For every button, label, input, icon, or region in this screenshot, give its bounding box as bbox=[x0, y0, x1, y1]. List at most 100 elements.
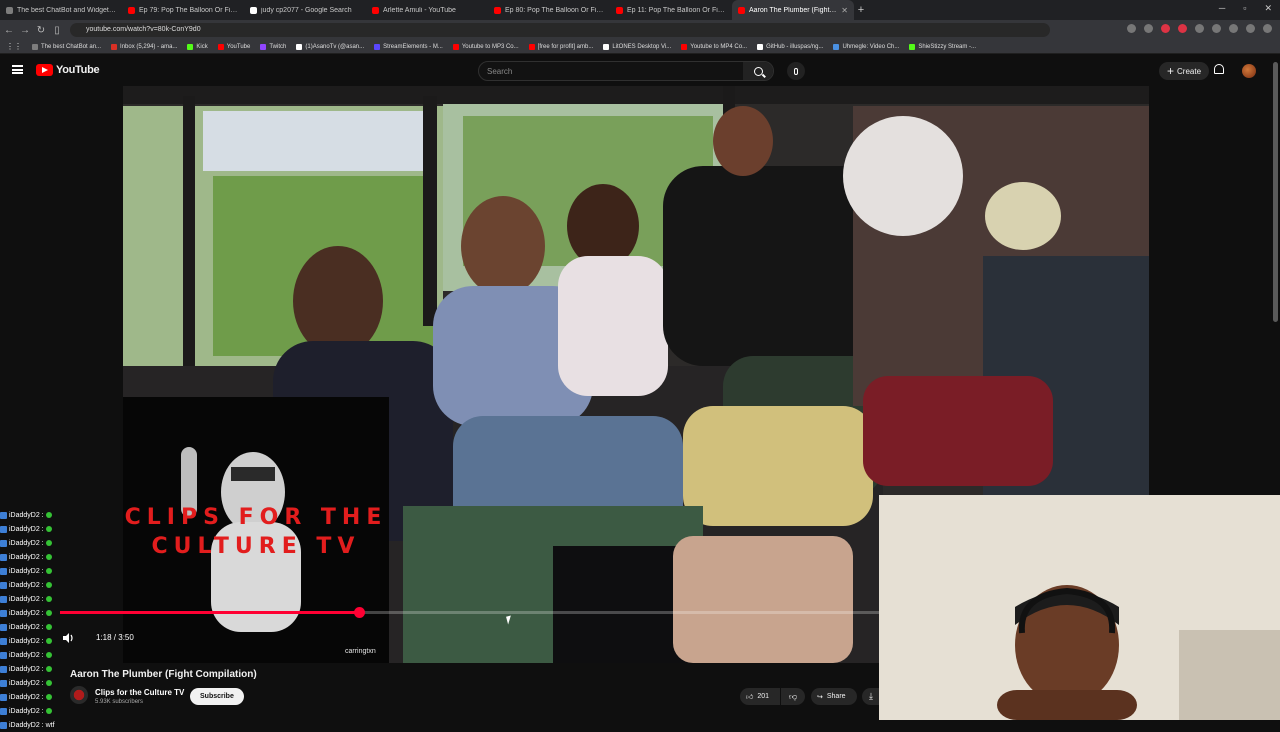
minimize-icon[interactable]: ─ bbox=[1219, 3, 1225, 14]
youtube-logo[interactable]: YouTube bbox=[36, 64, 100, 76]
bookmark-label: Uhmegle: Video Ch... bbox=[842, 43, 900, 50]
profile-icon[interactable] bbox=[1263, 24, 1272, 33]
chat-badge-icon bbox=[0, 553, 7, 561]
browser-tab[interactable]: Ep 79: Pop The Balloon Or Find Love bbox=[122, 0, 244, 20]
search-button[interactable] bbox=[743, 62, 773, 80]
browser-tab[interactable]: Aaron The Plumber (Fight Co ✕ bbox=[732, 0, 854, 20]
bookmark-item[interactable]: Kick bbox=[187, 43, 208, 50]
bookmark-item[interactable]: LitONES Desktop Vi... bbox=[603, 43, 671, 50]
browser-tab[interactable]: judy cp2077 - Google Search bbox=[244, 0, 366, 20]
bookmark-item[interactable]: Youtube to MP4 Co... bbox=[681, 43, 747, 50]
bookmark-page-icon[interactable]: ▯ bbox=[50, 25, 64, 36]
progress-fill bbox=[60, 611, 360, 614]
bookmark-item[interactable]: Youtube to MP3 Co... bbox=[452, 43, 519, 50]
apps-icon[interactable]: ⋮⋮ bbox=[6, 42, 22, 51]
bookmark-item[interactable]: [free for profit] amb... bbox=[528, 43, 593, 50]
tab-title: Ep 80: Pop The Balloon Or Find Love bbox=[505, 6, 604, 14]
channel-name[interactable]: Clips for the Culture TV bbox=[95, 688, 184, 697]
chat-emote-icon bbox=[45, 708, 52, 714]
chat-badge-icon bbox=[0, 539, 7, 547]
webcam-image bbox=[879, 495, 1280, 720]
bookmark-favicon-icon bbox=[296, 43, 303, 50]
bookmark-favicon-icon bbox=[681, 43, 688, 50]
bookmark-item[interactable]: Twitch bbox=[260, 43, 286, 50]
tab-favicon-icon bbox=[250, 6, 257, 14]
bookmark-favicon-icon bbox=[374, 43, 381, 50]
bookmark-item[interactable]: YouTube bbox=[217, 43, 250, 50]
bookmark-item[interactable]: (1)AsanoTv (@asan... bbox=[296, 43, 364, 50]
bookmark-favicon-icon bbox=[32, 43, 38, 50]
bookmark-item[interactable]: Inbox (5,294) - ama... bbox=[111, 43, 177, 50]
share-button[interactable]: ↪ Share bbox=[811, 688, 857, 705]
chat-message: iDaddyD2 : bbox=[0, 634, 70, 648]
menu-icon[interactable] bbox=[12, 65, 23, 74]
like-count: 201 bbox=[757, 693, 770, 700]
extension-icon[interactable] bbox=[1195, 24, 1204, 33]
browser-tab[interactable]: Arlette Amuli - YouTube bbox=[366, 0, 488, 20]
bookmark-favicon-icon bbox=[757, 43, 764, 50]
extension-icon[interactable] bbox=[1178, 24, 1187, 33]
extension-icon[interactable] bbox=[1127, 24, 1136, 33]
bookmark-item[interactable]: StreamElements - M... bbox=[374, 43, 443, 50]
download-button[interactable]: ⤓ bbox=[862, 688, 880, 705]
video-progress-bar[interactable] bbox=[60, 607, 880, 618]
browser-tab[interactable]: The best ChatBot and Widgets for Ki bbox=[0, 0, 122, 20]
channel-avatar[interactable] bbox=[70, 686, 88, 704]
chat-badge-icon bbox=[0, 637, 7, 645]
subscribe-button[interactable]: Subscribe bbox=[190, 688, 244, 705]
chat-text: iDaddyD2 : bbox=[9, 693, 44, 701]
thumbs-up-icon: 👍︎ bbox=[746, 694, 754, 701]
chat-badge-icon bbox=[0, 511, 7, 519]
tab-title: Ep 79: Pop The Balloon Or Find Love bbox=[139, 6, 238, 14]
forward-icon[interactable]: → bbox=[18, 25, 32, 36]
bookmark-item[interactable]: The best ChatBot an... bbox=[32, 43, 102, 50]
new-tab-button[interactable]: + bbox=[854, 4, 868, 16]
maximize-icon[interactable]: ▫ bbox=[1243, 3, 1246, 14]
chat-emote-icon bbox=[45, 554, 52, 560]
bookmark-label: The best ChatBot an... bbox=[41, 43, 102, 50]
search-icon bbox=[753, 66, 763, 76]
plus-icon: + bbox=[1167, 64, 1175, 78]
chat-text: iDaddyD2 : bbox=[9, 623, 44, 631]
bookmark-favicon-icon bbox=[909, 43, 916, 50]
close-tab-icon[interactable]: ✕ bbox=[841, 6, 848, 15]
back-icon[interactable]: ← bbox=[2, 25, 16, 36]
create-button[interactable]: + Create bbox=[1159, 62, 1210, 80]
download-icon: ⤓ bbox=[869, 691, 873, 701]
extension-icon[interactable] bbox=[1229, 24, 1238, 33]
chat-emote-icon bbox=[45, 526, 52, 532]
bookmark-item[interactable]: ShieStizzy Stream -... bbox=[909, 43, 976, 50]
page-scrollbar[interactable] bbox=[1273, 62, 1278, 322]
browser-tab[interactable]: Ep 11: Pop The Balloon Or Find Love bbox=[610, 0, 732, 20]
tab-title: Arlette Amuli - YouTube bbox=[383, 6, 456, 14]
extension-icon[interactable] bbox=[1246, 24, 1255, 33]
like-button[interactable]: 👍︎ 201 bbox=[740, 688, 780, 705]
chat-text: iDaddyD2 : bbox=[9, 679, 44, 687]
tab-favicon-icon bbox=[6, 6, 13, 14]
extension-icon[interactable] bbox=[1161, 24, 1170, 33]
url-bar[interactable]: youtube.com/watch?v=80k-ConY9d0 bbox=[70, 23, 1050, 37]
video-title: Aaron The Plumber (Fight Compilation) bbox=[70, 669, 257, 680]
youtube-header: YouTube + Create bbox=[0, 56, 1280, 86]
extension-icon[interactable] bbox=[1144, 24, 1153, 33]
bookmark-item[interactable]: Uhmegle: Video Ch... bbox=[833, 43, 900, 50]
extension-icons bbox=[1127, 24, 1272, 33]
account-avatar[interactable] bbox=[1242, 64, 1256, 78]
bookmark-item[interactable]: GitHub - illuspas/ng... bbox=[757, 43, 823, 50]
bookmark-favicon-icon bbox=[217, 43, 224, 50]
dislike-button[interactable]: 👎︎ bbox=[781, 688, 805, 705]
share-icon: ↪ bbox=[817, 693, 823, 701]
chat-emote-icon bbox=[45, 652, 52, 658]
voice-search-button[interactable] bbox=[787, 62, 805, 80]
youtube-logo-text: YouTube bbox=[56, 64, 100, 76]
chat-emote-icon bbox=[45, 540, 52, 546]
browser-tab[interactable]: Ep 80: Pop The Balloon Or Find Love bbox=[488, 0, 610, 20]
reload-icon[interactable]: ↻ bbox=[34, 25, 48, 36]
close-window-icon[interactable]: ✕ bbox=[1264, 3, 1272, 14]
chat-emote-icon bbox=[45, 596, 52, 602]
extension-icon[interactable] bbox=[1212, 24, 1221, 33]
chat-text: iDaddyD2 : bbox=[9, 539, 44, 547]
notifications-icon[interactable] bbox=[1214, 64, 1224, 74]
search-input[interactable] bbox=[487, 62, 737, 80]
bookmark-favicon-icon bbox=[452, 43, 459, 50]
